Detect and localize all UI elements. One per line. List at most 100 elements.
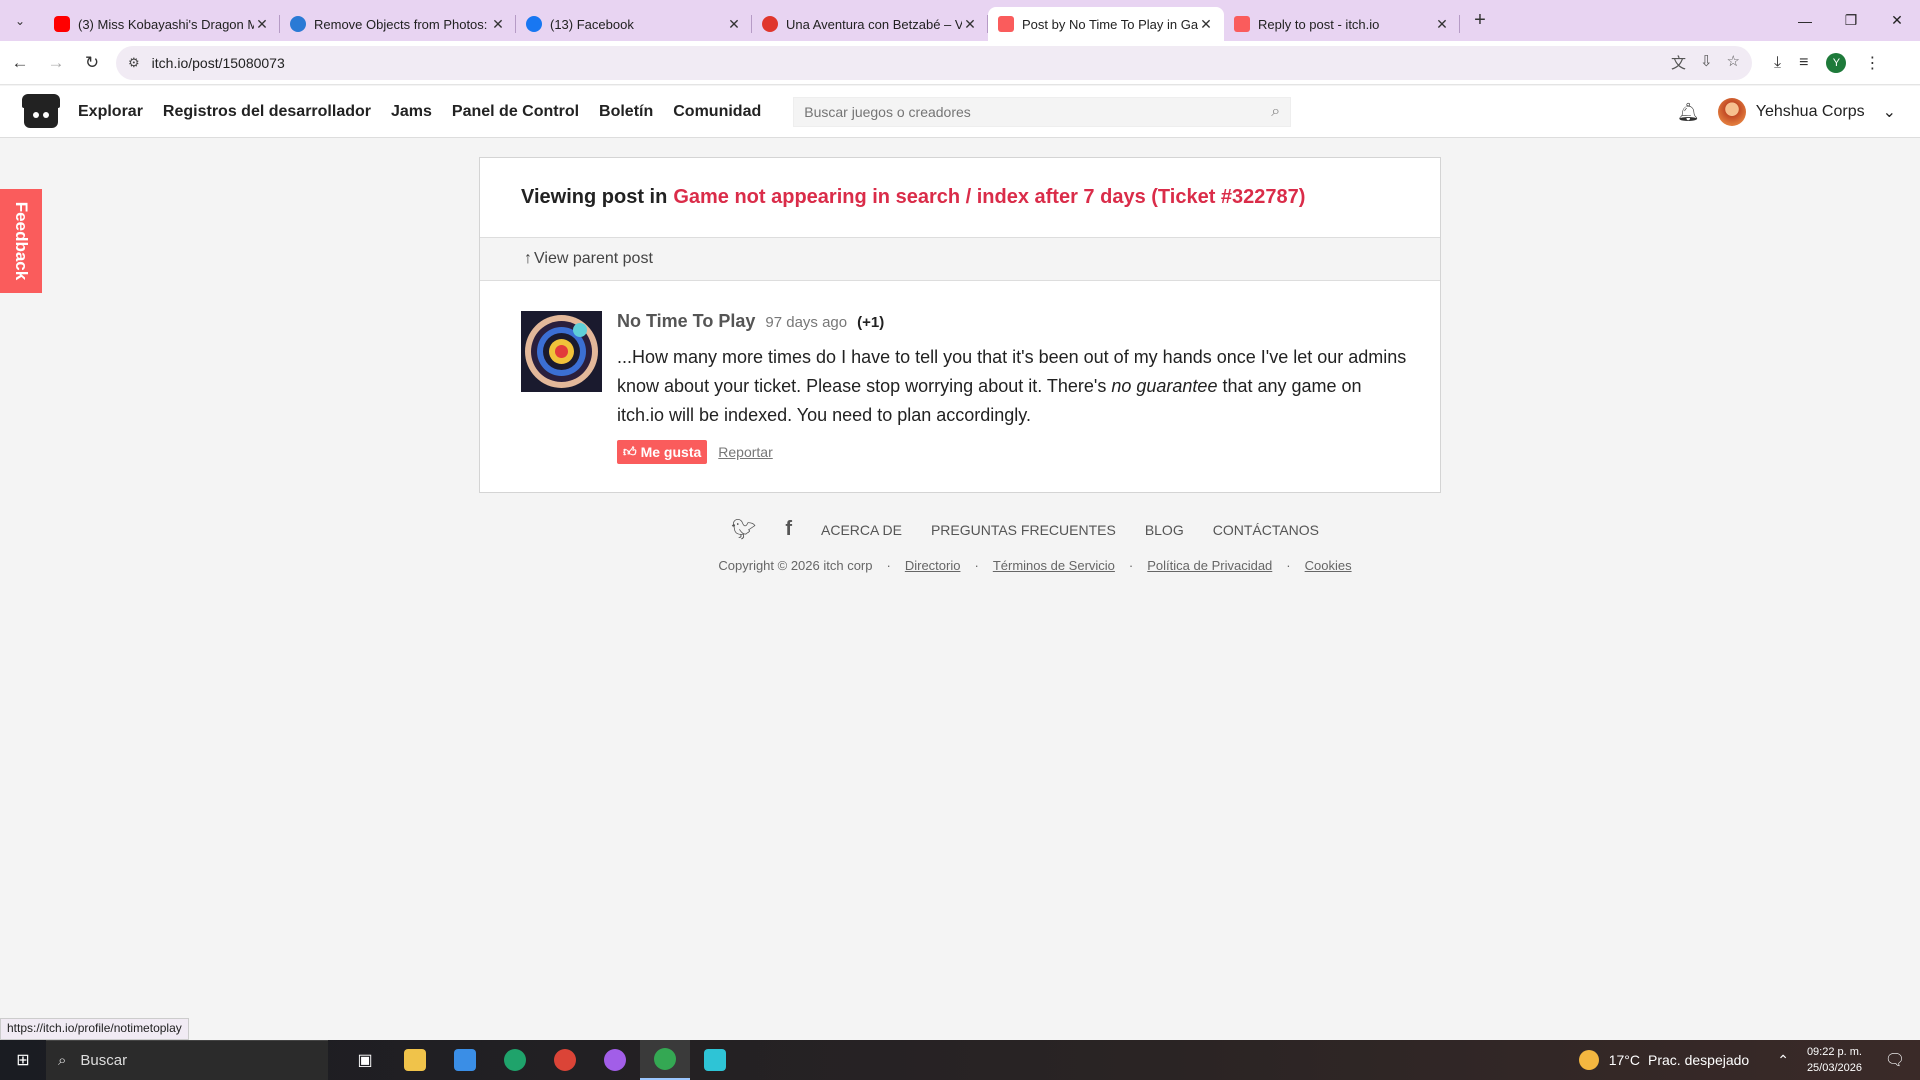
close-tab-icon[interactable]: ✕	[962, 16, 978, 33]
heading-prefix: Viewing post in	[521, 186, 668, 208]
nav-community[interactable]: Comunidad	[673, 103, 761, 121]
nav-dashboard[interactable]: Panel de Control	[452, 103, 579, 121]
new-tab-button[interactable]: +	[1466, 7, 1494, 35]
system-tray: 17°C Prac. despejado ⌃ 09:22 p. m. 25/03…	[1578, 1040, 1920, 1080]
profile-avatar[interactable]: Y	[1826, 52, 1847, 73]
nav-devlogs[interactable]: Registros del desarrollador	[163, 103, 371, 121]
app-icon[interactable]	[690, 1040, 740, 1080]
bookmark-star-icon[interactable]: ☆	[1727, 52, 1740, 73]
author-avatar[interactable]	[521, 311, 602, 392]
nav-explorar[interactable]: Explorar	[78, 103, 143, 121]
browser-tab[interactable]: Una Aventura con Betzabé – Vi ✕	[752, 7, 988, 41]
site-search: ⌕	[793, 96, 1292, 127]
file-explorer-icon[interactable]	[390, 1040, 440, 1080]
browser-tab-strip: ⌄ (3) Miss Kobayashi's Dragon M ✕ Remove…	[0, 0, 1920, 41]
minimize-icon[interactable]: —	[1782, 0, 1828, 41]
media-control-icon[interactable]: ≡	[1799, 54, 1808, 72]
address-bar[interactable]: ⚙ itch.io/post/15080073 文 ⇩ ☆	[116, 45, 1752, 80]
footer-terms[interactable]: Términos de Servicio	[993, 558, 1115, 573]
tab-title: Remove Objects from Photos: S	[314, 16, 490, 32]
edge-icon[interactable]	[490, 1040, 540, 1080]
reddit-favicon-icon	[762, 16, 778, 32]
restore-icon[interactable]: ❐	[1828, 0, 1874, 41]
close-tab-icon[interactable]: ✕	[726, 16, 742, 33]
back-arrow-icon[interactable]: ←	[4, 47, 36, 79]
separator-dot: ·	[974, 558, 979, 573]
forward-arrow-icon[interactable]: →	[40, 47, 72, 79]
downloads-icon[interactable]: ⤓	[1774, 54, 1781, 72]
view-parent-label: View parent post	[534, 250, 653, 267]
chevron-down-icon[interactable]: ⌄	[1883, 102, 1896, 122]
reload-icon[interactable]: ↻	[76, 47, 108, 79]
close-window-icon[interactable]: ✕	[1874, 0, 1920, 41]
footer-cookies[interactable]: Cookies	[1305, 558, 1352, 573]
nav-newsletter[interactable]: Boletín	[599, 103, 653, 121]
status-url-bubble: https://itch.io/profile/notimetoplay	[0, 1018, 189, 1040]
post-time[interactable]: 97 days ago	[765, 314, 847, 331]
feedback-tab[interactable]: Feedback	[0, 189, 42, 293]
footer-privacy[interactable]: Política de Privacidad	[1147, 558, 1272, 573]
tab-search-menu-button[interactable]: ⌄	[6, 7, 34, 35]
notifications-icon[interactable]: 🗨︎	[1880, 1050, 1910, 1070]
report-link[interactable]: Reportar	[718, 444, 772, 460]
footer-blog[interactable]: BLOG	[1145, 522, 1184, 538]
nav-jams[interactable]: Jams	[391, 103, 432, 121]
browser-toolbar: ← → ↻ ⚙ itch.io/post/15080073 文 ⇩ ☆ ⤓ ≡ …	[0, 41, 1920, 85]
separator-dot: ·	[1286, 558, 1291, 573]
twitter-icon[interactable]: 🐦︎	[731, 517, 756, 542]
separator-dot: ·	[1128, 558, 1134, 573]
post-meta: No Time To Play 97 days ago (+1)	[617, 311, 1407, 335]
footer-contact[interactable]: CONTÁCTANOS	[1213, 522, 1319, 538]
tab-title: (13) Facebook	[550, 16, 634, 32]
itch-logo-icon[interactable]	[22, 93, 60, 130]
notification-bell-icon[interactable]: 🔔︎	[1677, 102, 1700, 123]
translate-icon[interactable]: 文	[1671, 52, 1686, 73]
chrome-profile-icon[interactable]	[540, 1040, 590, 1080]
site-info-icon[interactable]: ⚙	[128, 55, 140, 71]
close-tab-icon[interactable]: ✕	[1198, 16, 1214, 33]
clock[interactable]: 09:22 p. m. 25/03/2026	[1807, 1044, 1862, 1076]
store-icon[interactable]	[440, 1040, 490, 1080]
taskbar-search[interactable]: ⌕ Buscar	[46, 1040, 328, 1080]
like-button[interactable]: 👍︎ Me gusta	[617, 440, 708, 464]
facebook-icon[interactable]: f	[785, 518, 792, 541]
browser-tab[interactable]: Reply to post - itch.io ✕	[1224, 7, 1460, 41]
url-text[interactable]: itch.io/post/15080073	[152, 55, 1671, 71]
browser-menu-icon[interactable]: ⋮	[1864, 53, 1880, 73]
task-view-icon[interactable]: ▣	[340, 1040, 390, 1080]
footer-about[interactable]: ACERCA DE	[821, 522, 902, 538]
close-tab-icon[interactable]: ✕	[490, 16, 506, 33]
weather-widget[interactable]: 17°C Prac. despejado	[1578, 1050, 1749, 1070]
search-icon[interactable]: ⌕	[1271, 103, 1280, 121]
footer-faq[interactable]: PREGUNTAS FRECUENTES	[931, 522, 1116, 538]
close-tab-icon[interactable]: ✕	[1434, 16, 1450, 33]
post-text: ...How many more times do I have to tell…	[617, 343, 1407, 430]
username[interactable]: Yehshua Corps	[1756, 103, 1865, 121]
browser-tab[interactable]: (13) Facebook ✕	[516, 7, 752, 41]
up-arrow-icon: ↑	[524, 250, 532, 267]
itch-favicon-icon	[1234, 16, 1250, 32]
windows-start-icon[interactable]: ⊞	[0, 1040, 46, 1080]
site-header: Explorar Registros del desarrollador Jam…	[0, 86, 1920, 138]
close-tab-icon[interactable]: ✕	[254, 16, 270, 33]
post-author[interactable]: No Time To Play	[617, 311, 755, 332]
facebook-favicon-icon	[526, 16, 542, 32]
chrome-icon[interactable]	[640, 1040, 690, 1080]
topic-link[interactable]: Game not appearing in search / index aft…	[673, 186, 1305, 209]
view-parent-link[interactable]: ↑ View parent post	[480, 238, 1440, 281]
browser-tab[interactable]: (3) Miss Kobayashi's Dragon M ✕	[44, 7, 280, 41]
browser-tab-active[interactable]: Post by No Time To Play in Gam ✕	[988, 7, 1224, 41]
search-input[interactable]	[804, 103, 1272, 120]
footer-directory[interactable]: Directorio	[905, 558, 961, 573]
browser-tab[interactable]: Remove Objects from Photos: S ✕	[280, 7, 516, 41]
footer-links: 🐦︎ f ACERCA DE PREGUNTAS FRECUENTES BLOG…	[0, 517, 1920, 542]
post-panel: Viewing post in Game not appearing in se…	[479, 157, 1441, 493]
tab-separator	[1459, 15, 1460, 33]
install-app-icon[interactable]: ⇩	[1700, 52, 1713, 73]
copyright-text: Copyright © 2026 itch corp	[718, 558, 873, 573]
user-avatar[interactable]	[1717, 98, 1746, 126]
window-controls: — ❐ ✕	[1782, 0, 1920, 41]
tray-chevron-up-icon[interactable]: ⌃	[1777, 1052, 1789, 1069]
clock-time: 09:22 p. m.	[1806, 1046, 1862, 1058]
messenger-icon[interactable]	[590, 1040, 640, 1080]
